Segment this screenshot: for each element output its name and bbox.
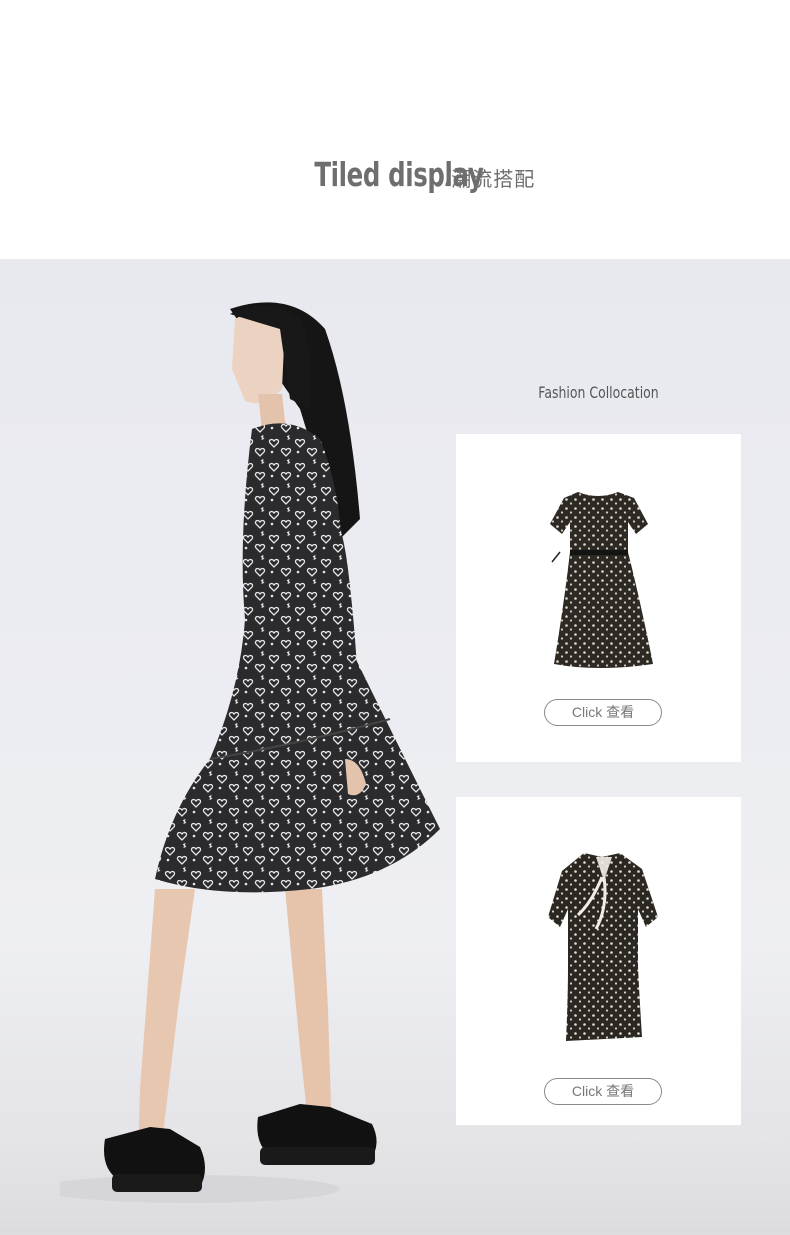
model-figure-image	[60, 302, 440, 1203]
title-english: Tiled display	[314, 155, 484, 194]
click-view-button[interactable]: Click 查看	[544, 699, 662, 726]
click-view-button[interactable]: Click 查看	[544, 1078, 662, 1105]
product-card[interactable]: Click 查看	[456, 797, 741, 1125]
floral-dress-belted-image[interactable]	[456, 434, 741, 694]
fashion-collocation-label: Fashion Collocation	[538, 383, 659, 402]
floral-dress-bow-collar-image[interactable]	[456, 797, 741, 1057]
section-title: Tiled display/潮流搭配	[0, 155, 790, 194]
product-card[interactable]: Click 查看	[456, 434, 741, 762]
section-header: Tiled display/潮流搭配	[0, 0, 790, 259]
